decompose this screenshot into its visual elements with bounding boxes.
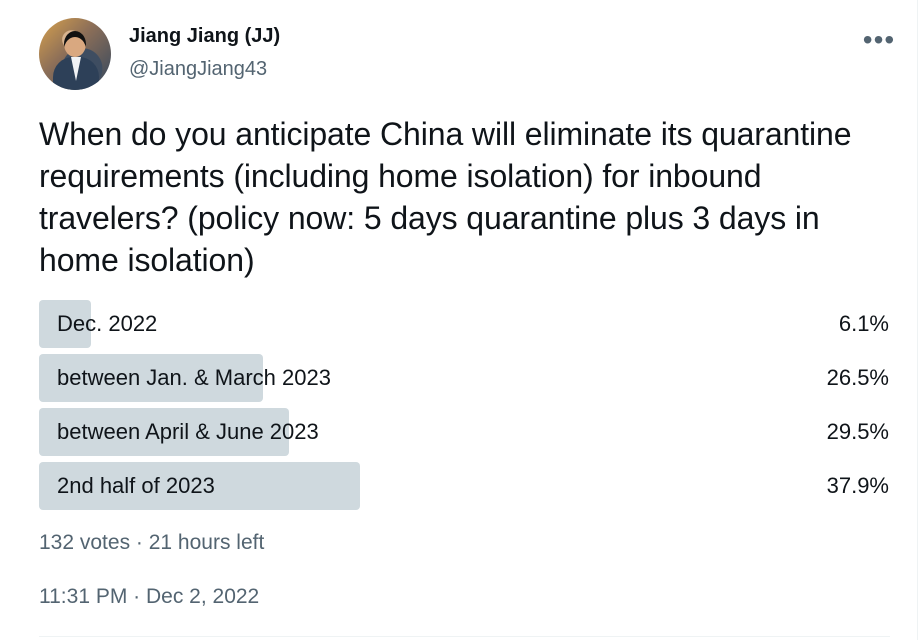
poll-option-percent: 26.5% [826,365,889,390]
author-name[interactable]: Jiang Jiang (JJ) [129,23,280,49]
tweet-timestamp[interactable]: 11:31 PM · Dec 2, 2022 [39,583,259,611]
poll-option-april-june-2023[interactable]: between April & June 2023 29.5% [39,408,889,456]
poll-option-label: between Jan. & March 2023 [57,365,331,390]
poll-option-label: 2nd half of 2023 [57,473,215,498]
poll-option-dec-2022[interactable]: Dec. 2022 6.1% [39,300,889,348]
author-handle[interactable]: @JiangJiang43 [129,56,267,82]
poll-option-label: Dec. 2022 [57,311,158,336]
more-options-icon[interactable]: ••• [861,22,897,58]
avatar[interactable] [39,18,111,90]
avatar-face [64,31,86,57]
poll-option-percent: 37.9% [826,473,889,498]
poll-option-jan-march-2023[interactable]: between Jan. & March 2023 26.5% [39,354,889,402]
poll: Dec. 2022 6.1% between Jan. & March 2023… [39,300,889,516]
tweet-card: Jiang Jiang (JJ) @JiangJiang43 ••• When … [0,0,918,640]
divider [39,636,890,637]
tweet-header: Jiang Jiang (JJ) @JiangJiang43 ••• [39,18,897,90]
poll-option-2nd-half-2023[interactable]: 2nd half of 2023 37.9% [39,462,889,510]
poll-option-label: between April & June 2023 [57,419,319,444]
poll-meta: 132 votes · 21 hours left [39,531,265,554]
poll-question: When do you anticipate China will elimin… [39,116,852,278]
poll-option-percent: 6.1% [838,311,889,336]
poll-option-percent: 29.5% [826,419,889,444]
